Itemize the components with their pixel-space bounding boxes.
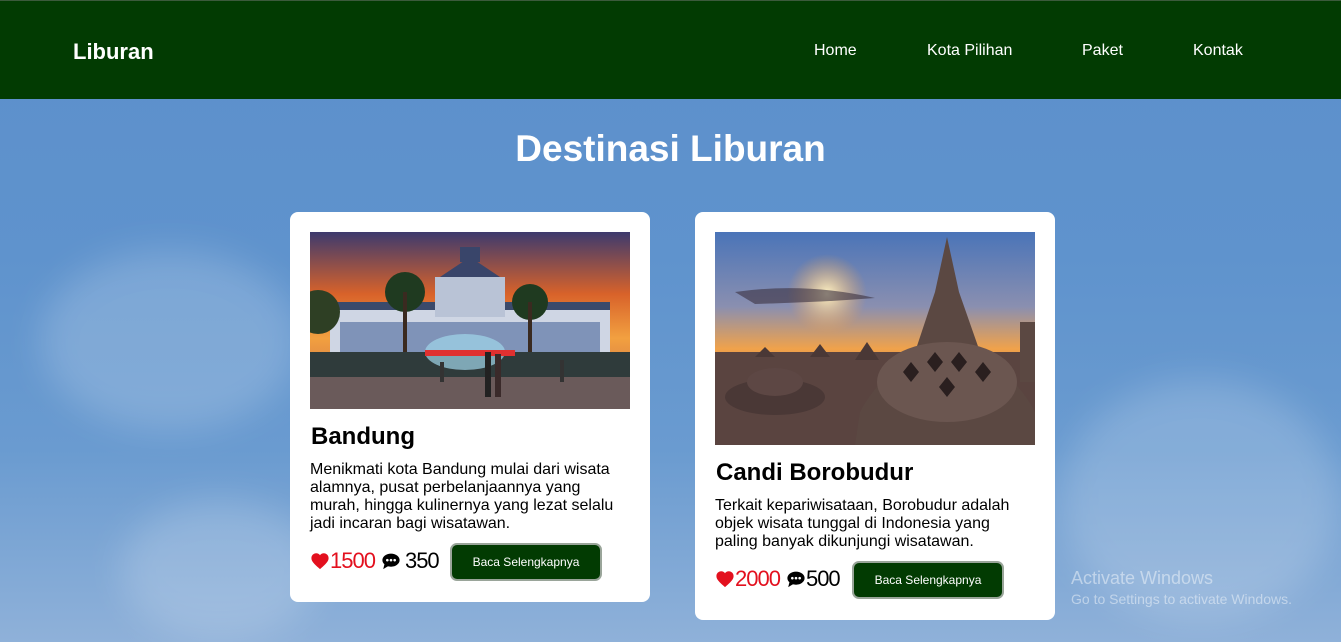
bandung-photo bbox=[310, 232, 630, 409]
card-title: Candi Borobudur bbox=[716, 459, 914, 486]
page-title: Destinasi Liburan bbox=[515, 128, 826, 169]
watermark-subtitle: Go to Settings to activate Windows. bbox=[1071, 591, 1292, 607]
comment-count-value: 350 bbox=[404, 548, 440, 573]
card-description: Menikmati kota Bandung mulai dari wisata… bbox=[310, 461, 614, 532]
comment-count[interactable]: 500 bbox=[786, 566, 841, 592]
card-stats: 2000 500 bbox=[715, 566, 841, 592]
destination-card-borobudur: Candi Borobudur Terkait kepariwisataan, … bbox=[695, 212, 1055, 620]
navbar: Liburan Home Kota Pilihan Paket Kontak bbox=[0, 0, 1341, 99]
watermark-title: Activate Windows bbox=[1071, 568, 1214, 588]
read-more-button[interactable]: Baca Selengkapnya bbox=[852, 561, 1004, 599]
heart-icon bbox=[311, 553, 329, 570]
background-cloud bbox=[40, 250, 300, 430]
comment-icon bbox=[787, 571, 805, 588]
card-description: Terkait kepariwisataan, Borobudur adalah… bbox=[715, 497, 1010, 550]
like-count[interactable]: 1500 bbox=[310, 548, 376, 574]
nav-link-kontak[interactable]: Kontak bbox=[1193, 42, 1243, 60]
card-stats: 1500 350 bbox=[310, 548, 440, 574]
activate-windows-watermark: Activate Windows Go to Settings to activ… bbox=[1071, 568, 1292, 607]
borobudur-photo bbox=[715, 232, 1035, 445]
nav-link-kota-pilihan[interactable]: Kota Pilihan bbox=[927, 42, 1012, 60]
like-count-value: 1500 bbox=[330, 548, 376, 573]
brand-logo[interactable]: Liburan bbox=[73, 39, 154, 65]
comment-icon bbox=[382, 553, 400, 570]
comment-count-value: 500 bbox=[805, 566, 841, 591]
like-count-value: 2000 bbox=[735, 566, 781, 591]
comment-count[interactable]: 350 bbox=[381, 548, 440, 574]
heart-icon bbox=[716, 571, 734, 588]
like-count[interactable]: 2000 bbox=[715, 566, 781, 592]
card-title: Bandung bbox=[311, 423, 415, 450]
read-more-button[interactable]: Baca Selengkapnya bbox=[450, 543, 602, 581]
destination-card-bandung: Bandung Menikmati kota Bandung mulai dar… bbox=[290, 212, 650, 602]
nav-link-home[interactable]: Home bbox=[814, 42, 857, 60]
nav-link-paket[interactable]: Paket bbox=[1082, 42, 1123, 60]
